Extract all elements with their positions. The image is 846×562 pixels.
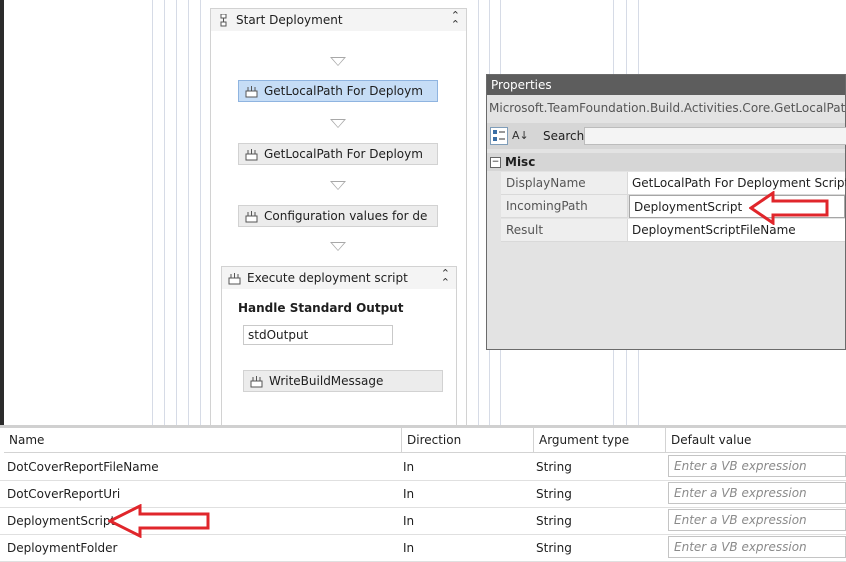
argument-direction[interactable]: In bbox=[398, 480, 414, 507]
activity-writebuildmessage[interactable]: WriteBuildMessage bbox=[243, 370, 443, 392]
activity-icon bbox=[245, 148, 258, 160]
argument-name[interactable]: DotCoverReportUri bbox=[2, 480, 120, 507]
activity-getlocalpath-1[interactable]: GetLocalPath For Deploym bbox=[238, 80, 438, 102]
table-row[interactable]: DeploymentFolder In String Enter a VB ex… bbox=[0, 534, 846, 562]
argument-type[interactable]: String bbox=[531, 534, 572, 561]
handle-output-input[interactable]: stdOutput bbox=[243, 325, 393, 345]
argument-name[interactable]: DeploymentFolder bbox=[2, 534, 117, 561]
column-header-name[interactable]: Name bbox=[4, 428, 402, 453]
categorized-icon bbox=[493, 130, 505, 141]
column-header-default-value[interactable]: Default value bbox=[666, 428, 846, 453]
collapse-icon[interactable]: ⌃ ⌃ bbox=[441, 268, 450, 288]
sequence-header[interactable]: Start Deployment ⌃ ⌃ bbox=[211, 9, 466, 31]
sequence-title: Execute deployment script bbox=[247, 271, 408, 285]
activity-label: Configuration values for de bbox=[264, 209, 428, 223]
activity-label: GetLocalPath For Deploym bbox=[264, 147, 423, 161]
categorized-view-button[interactable] bbox=[490, 127, 508, 145]
sequence-header[interactable]: Execute deployment script ⌃ ⌃ bbox=[222, 267, 456, 289]
annotation-arrow-icon bbox=[108, 504, 210, 538]
search-label: Search: bbox=[543, 129, 589, 143]
table-row[interactable]: DotCoverReportFileName In String Enter a… bbox=[0, 453, 846, 481]
annotation-arrow-icon bbox=[749, 191, 829, 225]
properties-window: Properties Microsoft.TeamFoundation.Buil… bbox=[486, 74, 846, 350]
activity-icon bbox=[245, 85, 258, 97]
activity-configuration-values[interactable]: Configuration values for de bbox=[238, 205, 438, 227]
argument-direction[interactable]: In bbox=[398, 507, 414, 534]
activity-icon bbox=[228, 272, 241, 284]
sequence-title: Start Deployment bbox=[236, 13, 343, 27]
argument-type[interactable]: String bbox=[531, 507, 572, 534]
sequence-icon bbox=[220, 13, 227, 26]
property-name: Result bbox=[501, 219, 628, 242]
category-label: Misc bbox=[505, 155, 536, 169]
properties-toolbar: A↓ Search: bbox=[487, 123, 846, 149]
column-header-direction[interactable]: Direction bbox=[402, 428, 534, 453]
flow-arrow-icon bbox=[330, 57, 346, 66]
properties-title[interactable]: Properties bbox=[487, 75, 845, 95]
property-name: IncomingPath bbox=[501, 195, 628, 218]
argument-direction[interactable]: In bbox=[398, 453, 414, 480]
search-input[interactable] bbox=[584, 127, 846, 145]
activity-icon bbox=[250, 375, 263, 387]
activity-icon bbox=[245, 210, 258, 222]
argument-direction[interactable]: In bbox=[398, 534, 414, 561]
sequence-execute-deployment-script[interactable]: Execute deployment script ⌃ ⌃ Handle Stan… bbox=[221, 266, 457, 426]
activity-label: GetLocalPath For Deploym bbox=[264, 84, 423, 98]
activity-label: WriteBuildMessage bbox=[269, 374, 384, 388]
collapse-category-icon[interactable]: − bbox=[490, 156, 501, 168]
default-value-input[interactable]: Enter a VB expression bbox=[668, 536, 846, 558]
handle-output-label: Handle Standard Output bbox=[238, 301, 404, 315]
argument-type[interactable]: String bbox=[531, 453, 572, 480]
property-name: DisplayName bbox=[501, 172, 628, 195]
argument-type[interactable]: String bbox=[531, 480, 572, 507]
alphabetical-view-button[interactable]: A↓ bbox=[512, 129, 529, 142]
flow-arrow-icon bbox=[330, 181, 346, 190]
default-value-input[interactable]: Enter a VB expression bbox=[668, 482, 846, 504]
collapse-icon[interactable]: ⌃ ⌃ bbox=[451, 10, 460, 30]
activity-getlocalpath-2[interactable]: GetLocalPath For Deploym bbox=[238, 143, 438, 165]
default-value-input[interactable]: Enter a VB expression bbox=[668, 509, 846, 531]
column-header-argument-type[interactable]: Argument type bbox=[534, 428, 666, 453]
properties-type-name: Microsoft.TeamFoundation.Build.Activitie… bbox=[489, 101, 846, 115]
argument-name[interactable]: DotCoverReportFileName bbox=[2, 453, 159, 480]
flow-arrow-icon bbox=[330, 242, 346, 251]
category-header[interactable]: − Misc bbox=[487, 153, 845, 171]
sort-az-icon: A↓ bbox=[512, 129, 529, 142]
argument-name[interactable]: DeploymentScript bbox=[2, 507, 115, 534]
flow-arrow-icon bbox=[330, 119, 346, 128]
default-value-input[interactable]: Enter a VB expression bbox=[668, 455, 846, 477]
arguments-table: Name Direction Argument type Default val… bbox=[0, 425, 846, 562]
